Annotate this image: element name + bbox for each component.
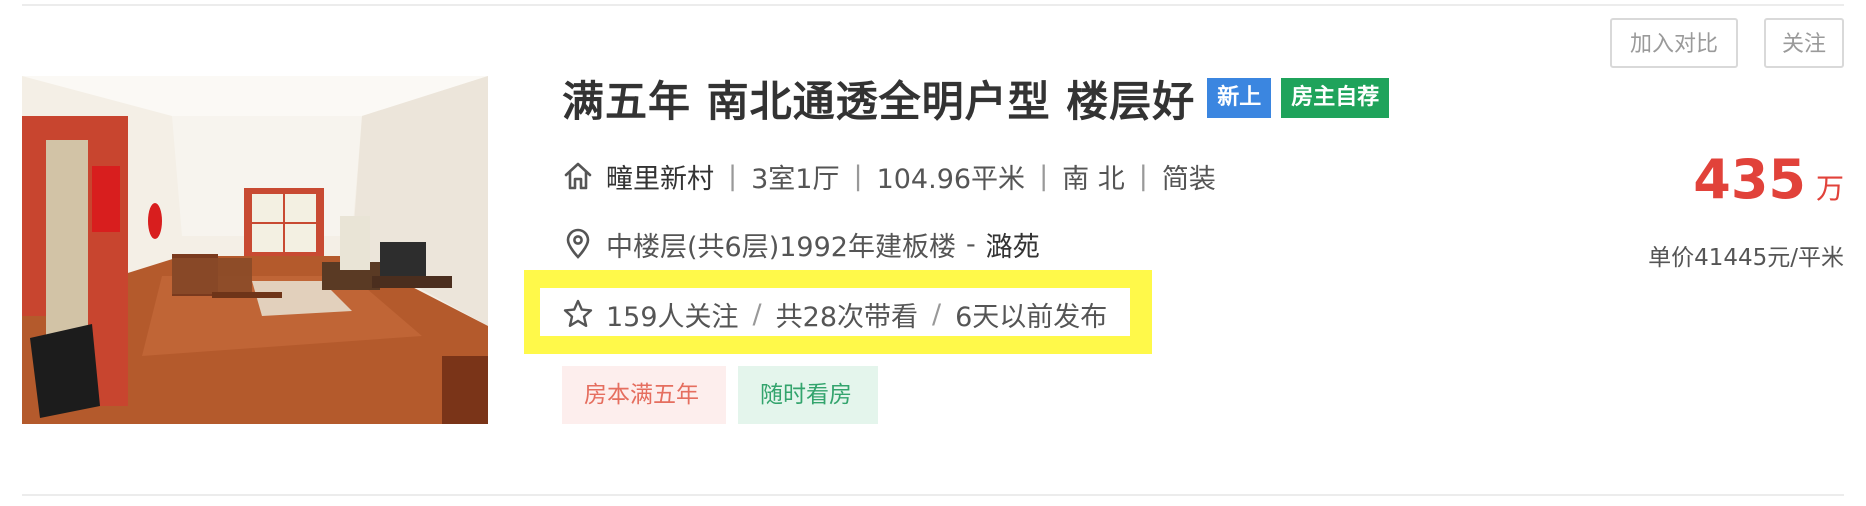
floor-year-info: 中楼层(共6层)1992年建板楼 — [606, 231, 956, 263]
add-to-compare-button[interactable]: 加入对比 — [1610, 18, 1738, 68]
listing-photo[interactable] — [22, 76, 488, 424]
follow-button[interactable]: 关注 — [1764, 18, 1844, 68]
info-separator: | — [853, 160, 863, 192]
owner-recommended-badge: 房主自荐 — [1281, 78, 1390, 118]
publish-time: 6天以前发布 — [955, 301, 1108, 333]
total-price-unit: 万 — [1815, 172, 1844, 205]
listing-title[interactable]: 满五年 南北通透全明户型 楼层好 — [562, 68, 1195, 129]
location-pin-icon — [562, 228, 594, 260]
bottom-divider — [22, 494, 1844, 496]
new-badge: 新上 — [1207, 78, 1272, 118]
listing-title-row: 满五年 南北通透全明户型 楼层好 新上 房主自荐 — [562, 68, 1390, 129]
top-divider — [22, 4, 1844, 6]
floor-area: 104.96平米 — [876, 163, 1026, 195]
unit-price: 单价41445元/平米 — [1648, 245, 1844, 271]
room-photo-illustration — [22, 76, 488, 424]
follow-separator: / — [932, 298, 942, 330]
info-separator: | — [1138, 160, 1148, 192]
total-price-value: 435 — [1693, 148, 1806, 211]
follower-count: 159人关注 — [606, 301, 739, 333]
position-dash: - — [965, 228, 976, 260]
follow-separator: / — [752, 298, 762, 330]
total-price: 435 万 — [1693, 148, 1844, 211]
house-info-row: 疃里新村 | 3室1厅 | 104.96平米 | 南 北 | 简装 — [562, 154, 1216, 198]
tag-five-years: 房本满五年 — [562, 366, 726, 424]
follow-info-row: 159人关注 / 共28次带看 / 6天以前发布 — [562, 294, 1107, 334]
star-icon — [562, 298, 594, 330]
position-info-row: 中楼层(共6层)1992年建板楼 - 潞苑 — [562, 222, 1040, 266]
district-link[interactable]: 潞苑 — [986, 225, 1040, 264]
info-separator: | — [1039, 160, 1049, 192]
visit-count: 共28次带看 — [775, 301, 919, 333]
info-separator: | — [728, 160, 738, 192]
community-name[interactable]: 疃里新村 — [606, 157, 714, 196]
tag-anytime-viewing: 随时看房 — [738, 366, 878, 424]
orientation: 南 北 — [1062, 163, 1125, 195]
decoration: 简装 — [1161, 163, 1216, 195]
house-icon — [562, 160, 594, 192]
room-layout: 3室1厅 — [751, 163, 840, 195]
